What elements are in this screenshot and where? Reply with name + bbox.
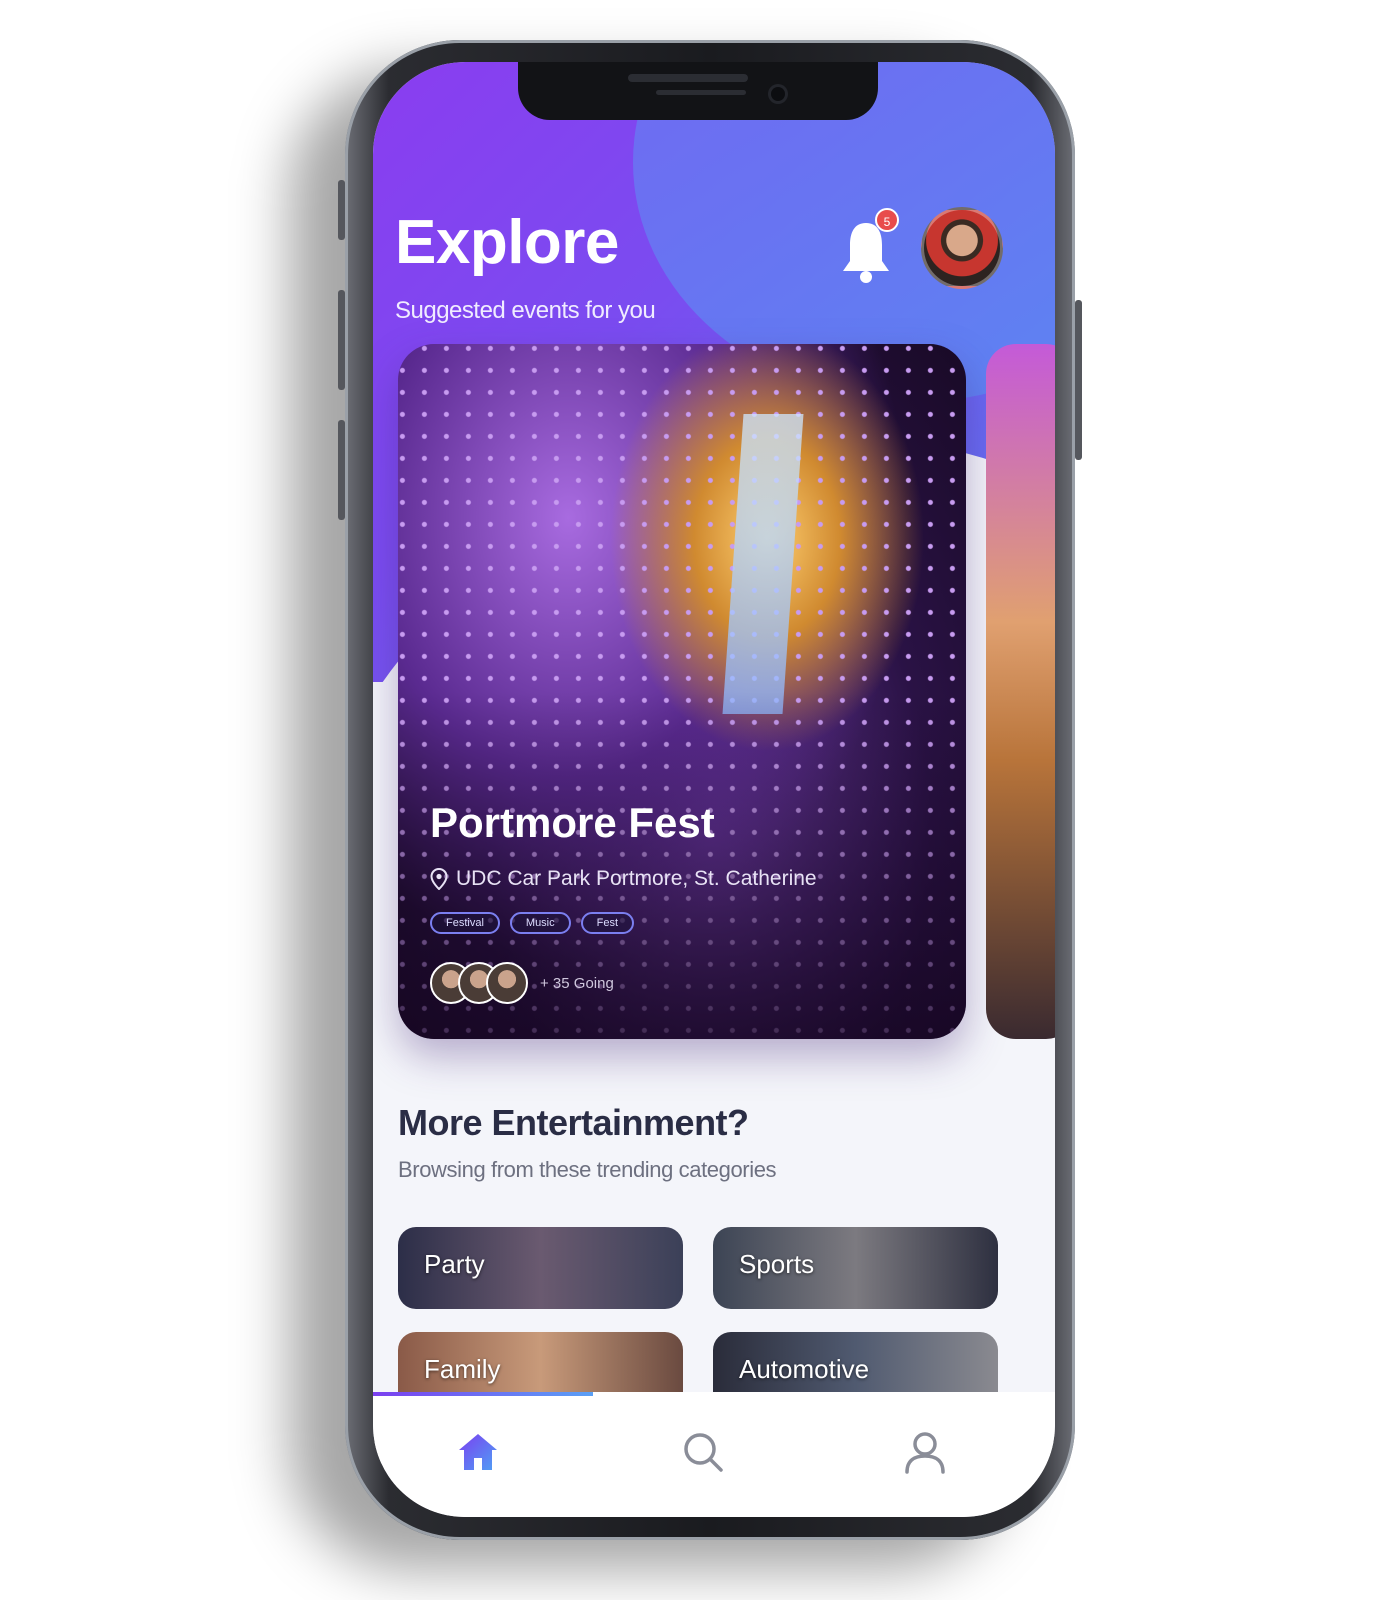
event-title: Portmore Fest [430, 799, 715, 846]
speaker-grille [628, 74, 748, 82]
phone-notch [518, 62, 878, 120]
event-location-text: UDC Car Park Portmore, St. Catherine [456, 867, 817, 890]
avatar[interactable] [921, 207, 1003, 289]
category-label: Sports [739, 1249, 815, 1279]
card-overlay [398, 344, 966, 1039]
category-party[interactable]: Party [398, 1227, 683, 1309]
search-icon [684, 1433, 723, 1472]
attendee-avatar [486, 962, 528, 1004]
category-label: Family [424, 1354, 501, 1384]
event-tags: Festival Music Fest [430, 912, 635, 934]
section-title: More Entertainment? [398, 1102, 749, 1143]
category-sports[interactable]: Sports [713, 1227, 998, 1309]
page-title: Explore [395, 208, 619, 277]
event-location: UDC Car Park Portmore, St. Catherine [430, 867, 817, 891]
notification-badge: 5 [875, 208, 899, 232]
attendees[interactable]: + 35 Going [430, 962, 614, 1004]
tag-music[interactable]: Music [509, 912, 571, 934]
going-count: + 35 Going [540, 974, 614, 992]
category-automotive[interactable]: Automotive [713, 1332, 998, 1392]
category-label: Automotive [739, 1354, 870, 1384]
tag-fest[interactable]: Fest [580, 912, 635, 934]
profile-icon [905, 1432, 945, 1474]
next-event-card[interactable] [986, 344, 1055, 1039]
bottom-nav [373, 1392, 1055, 1517]
app-screen: Explore Suggested events for you 5 Portm… [373, 62, 1055, 1517]
volume-up-button [338, 290, 345, 390]
category-label: Party [424, 1249, 485, 1279]
nav-profile[interactable] [895, 1422, 955, 1482]
home-icon [459, 1434, 497, 1470]
speaker-grille-2 [656, 90, 746, 95]
nav-home[interactable] [448, 1422, 508, 1482]
section-subtitle: Browsing from these trending categories [398, 1157, 777, 1182]
volume-down-button [338, 420, 345, 520]
mute-switch [338, 180, 345, 240]
page-subtitle: Suggested events for you [395, 297, 656, 324]
nav-active-indicator [373, 1392, 593, 1396]
nav-search[interactable] [673, 1422, 733, 1482]
location-pin-icon [430, 868, 448, 890]
tag-festival[interactable]: Festival [430, 912, 500, 934]
featured-event-card[interactable]: Portmore Fest UDC Car Park Portmore, St.… [398, 344, 966, 1039]
front-camera [771, 87, 785, 101]
category-family[interactable]: Family [398, 1332, 683, 1392]
power-button [1075, 300, 1082, 460]
